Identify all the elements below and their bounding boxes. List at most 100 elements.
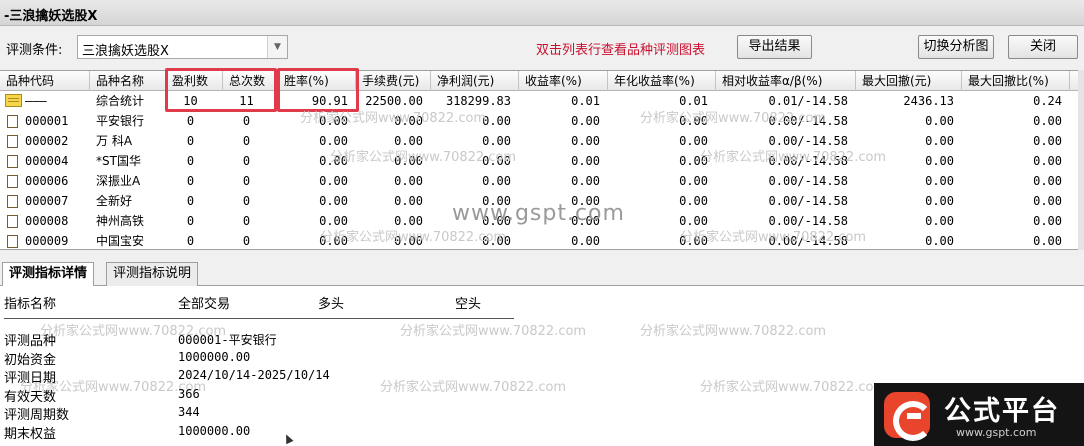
cell-ret: 0.00 (571, 174, 600, 188)
cell-fee: 0.00 (394, 194, 423, 208)
cell-code: 000009 (25, 234, 69, 248)
cell-rate: 0.00 (319, 174, 348, 188)
logo-g-icon (884, 392, 933, 441)
column-header-rel[interactable]: 相对收益率α/β(%) (716, 71, 856, 91)
table-row-summary[interactable]: ——— 综合统计 10 11 90.91 22500.00 318299.83 0.01 0.0… (0, 91, 1078, 111)
cell-dd: 0.00 (925, 214, 954, 228)
window-title: -三浪擒妖选股X (4, 9, 98, 24)
cell-code: 000001 (25, 114, 69, 128)
cell-ret: 0.00 (571, 234, 600, 248)
table-row[interactable]: 000006 深振业A 0 0 0.00 0.00 0.00 0.00 0.00 0.00/-14… (0, 171, 1078, 191)
detail-label: 有效天数 (4, 389, 57, 405)
cell-total: 0 (242, 134, 251, 148)
detail-divider (4, 318, 514, 319)
detail-label: 评测周期数 (4, 408, 70, 424)
column-header-annual[interactable]: 年化收益率(%) (608, 71, 716, 91)
cell-dd: 0.00 (925, 194, 954, 208)
cell-code: 000007 (25, 194, 69, 208)
detail-tabs: 评测指标详情 评测指标说明 (0, 262, 1084, 287)
cell-code: 000006 (25, 174, 69, 188)
tab-explanation[interactable]: 评测指标说明 (106, 262, 199, 286)
detail-header-all: 全部交易 (178, 297, 231, 312)
detail-label: 评测品种 (4, 334, 57, 349)
detail-header-name: 指标名称 (4, 297, 57, 312)
cell-name: 中国宝安 (96, 234, 145, 248)
criteria-value: 三浪擒妖选股X (82, 44, 169, 59)
cell-rel: 0.00/-14.58 (768, 194, 848, 208)
criteria-label: 评测条件: (6, 43, 63, 58)
cell-rate: 0.00 (319, 194, 348, 208)
highlight-box-counts (165, 68, 277, 112)
detail-value: 000001-平安银行 (178, 333, 277, 347)
cell-ddr: 0.00 (1033, 174, 1062, 188)
cell-fee: 0.00 (394, 174, 423, 188)
cell-name: 平安银行 (96, 114, 145, 128)
watermark-text: 分析家公式网www.70822.com (380, 380, 567, 395)
table-scrollbar[interactable] (1078, 70, 1084, 250)
document-icon (7, 155, 18, 168)
table-row[interactable]: 000002 万 科A 0 0 0.00 0.00 0.00 0.00 0.00 0.00/-14… (0, 131, 1078, 151)
cell-total: 0 (242, 194, 251, 208)
column-header-name[interactable]: 品种名称 (90, 71, 166, 91)
document-icon (7, 115, 18, 128)
cell-total: 0 (242, 174, 251, 188)
cell-win: 0 (186, 154, 195, 168)
watermark-text: 分析家公式网www.70822.com (640, 324, 827, 339)
cell-code: 000008 (25, 214, 69, 228)
watermark-text: 分析家公式网www.70822.com (300, 111, 487, 126)
cell-name: 综合统计 (96, 94, 145, 108)
tab-detail[interactable]: 评测指标详情 (2, 262, 95, 287)
document-icon (7, 235, 18, 248)
column-header-fee[interactable]: 手续费(元) (356, 71, 431, 91)
cell-name: *ST国华 (96, 154, 141, 168)
cell-ddr: 0.00 (1033, 114, 1062, 128)
cell-ret: 0.00 (571, 114, 600, 128)
cell-ddr: 0.00 (1033, 234, 1062, 248)
cell-ddr: 0.00 (1033, 134, 1062, 148)
cell-ddr: 0.00 (1033, 194, 1062, 208)
cell-win: 0 (186, 174, 195, 188)
cell-win: 0 (186, 194, 195, 208)
cell-ddr: 0.00 (1033, 154, 1062, 168)
watermark-text: 分析家公式网www.70822.com (700, 380, 887, 395)
table-row[interactable]: 000009 中国宝安 0 0 0.00 0.00 0.00 0.00 0.00 0.00/-14… (0, 231, 1078, 251)
cell-dd: 0.00 (925, 114, 954, 128)
column-header-dd[interactable]: 最大回撤(元) (856, 71, 962, 91)
column-header-ret[interactable]: 收益率(%) (519, 71, 608, 91)
close-button[interactable]: 关闭 (1008, 35, 1078, 59)
cell-dd: 2436.13 (903, 94, 954, 108)
detail-label: 评测日期 (4, 371, 57, 387)
cell-ret: 0.01 (571, 94, 600, 108)
cell-annual: 0.00 (679, 134, 708, 148)
cell-total: 0 (242, 154, 251, 168)
cell-code: ——— (25, 94, 47, 108)
cell-name: 全新好 (96, 194, 133, 208)
logo-url: www.gspt.com (956, 426, 1037, 439)
column-header-profit[interactable]: 净利润(元) (431, 71, 519, 91)
switch-chart-button[interactable]: 切换分析图 (918, 35, 994, 59)
column-header-code[interactable]: 品种代码 (0, 71, 90, 91)
criteria-select[interactable]: 三浪擒妖选股X ▼ (77, 35, 288, 59)
watermark-site: www.gspt.com (452, 201, 625, 226)
document-icon (7, 175, 18, 188)
cell-win: 0 (186, 234, 195, 248)
cell-name: 神州高铁 (96, 214, 145, 228)
table-row[interactable]: 000004 *ST国华 0 0 0.00 0.00 0.00 0.00 0.00 0.00/-1… (0, 151, 1078, 171)
watermark-text: 分析家公式网www.70822.com (330, 150, 517, 165)
cell-dd: 0.00 (925, 234, 954, 248)
cell-code: 000002 (25, 134, 69, 148)
cell-profit: 0.00 (482, 174, 511, 188)
document-icon (7, 215, 18, 228)
chevron-down-icon[interactable]: ▼ (267, 36, 287, 58)
gspt-logo: 公式平台 www.gspt.com (874, 383, 1084, 446)
detail-value: 344 (178, 405, 200, 420)
document-icon (7, 135, 18, 148)
cell-code: 000004 (25, 154, 69, 168)
table-header: 品种代码 品种名称 盈利数 总次数 胜率(%) 手续费(元) 净利润(元) 收益率(%) 年化收… (0, 71, 1078, 91)
table-row[interactable]: 000001 平安银行 0 0 0.00 0.00 0.00 0.00 0.00 0.00/-14… (0, 111, 1078, 131)
cell-dd: 0.00 (925, 174, 954, 188)
hint-text: 双击列表行查看品种评测图表 (536, 43, 706, 58)
export-button[interactable]: 导出结果 (737, 35, 812, 59)
column-header-ddr[interactable]: 最大回撤比(%) (962, 71, 1070, 91)
detail-header-long: 多头 (318, 297, 345, 312)
